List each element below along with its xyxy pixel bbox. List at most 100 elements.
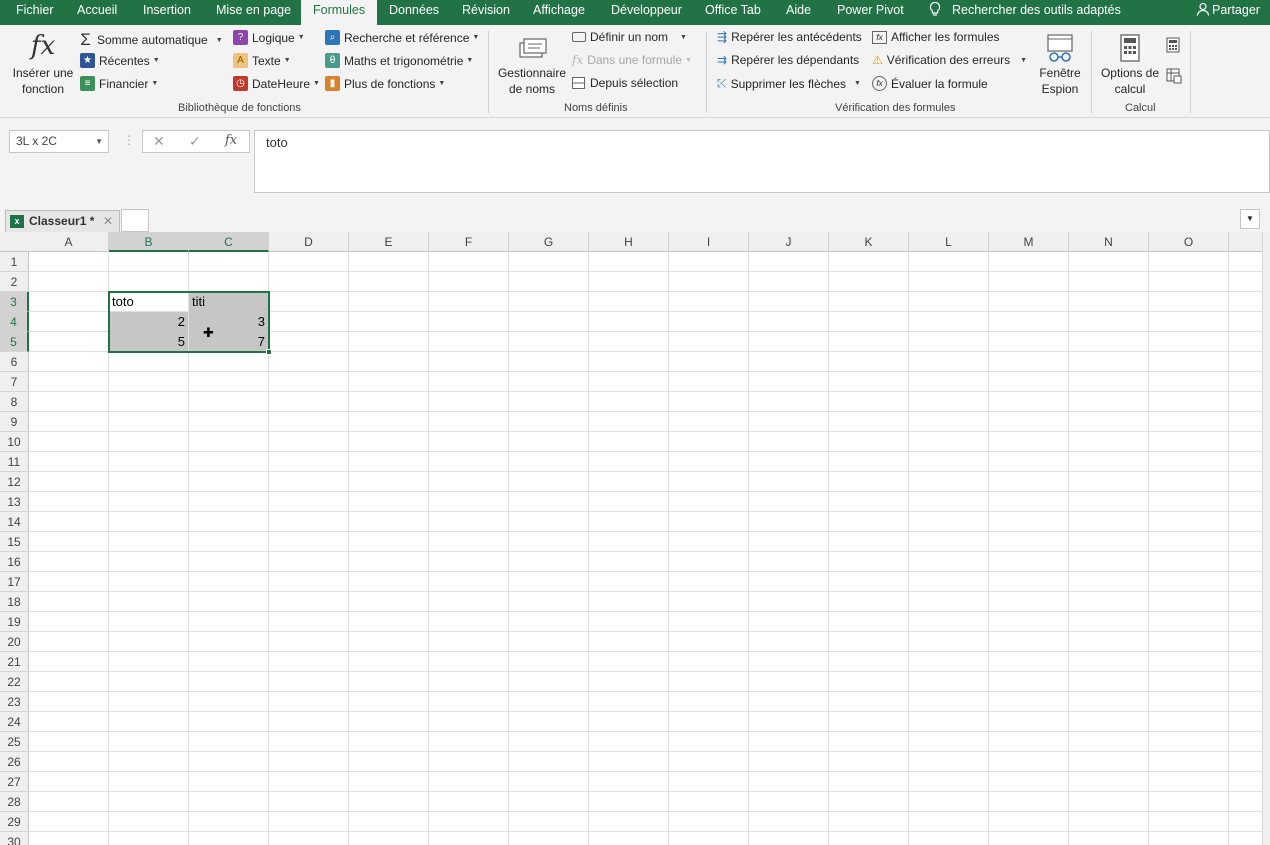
recent-functions-button[interactable]: ★ Récentes ▼ (80, 53, 160, 68)
column-header-L[interactable]: L (909, 232, 989, 252)
new-tab-button[interactable] (121, 209, 149, 232)
column-header-F[interactable]: F (429, 232, 509, 252)
cell-C3[interactable]: titi (189, 292, 268, 312)
tell-me-search[interactable]: Rechercher des outils adaptés (928, 0, 1121, 25)
confirm-icon[interactable]: ✓ (189, 133, 201, 150)
row-header-26[interactable]: 26 (0, 752, 29, 772)
column-header-J[interactable]: J (749, 232, 829, 252)
row-header-6[interactable]: 6 (0, 352, 29, 372)
column-header-M[interactable]: M (989, 232, 1069, 252)
row-header-28[interactable]: 28 (0, 792, 29, 812)
use-in-formula-button[interactable]: fx Dans une formule ▼ (572, 53, 692, 67)
trace-dependents-button[interactable]: ⇉ Repérer les dépendants (717, 53, 859, 67)
financial-functions-button[interactable]: ≡ Financier ▼ (80, 76, 158, 91)
row-header-19[interactable]: 19 (0, 612, 29, 632)
name-manager-button[interactable]: Gestionnaire de noms (496, 33, 568, 97)
logical-functions-button[interactable]: ? Logique ▼ (233, 30, 305, 45)
row-header-4[interactable]: 4 (0, 312, 29, 332)
error-checking-button[interactable]: ⚠ Vérification des erreurs ▼ (872, 53, 1027, 67)
tab-fichier[interactable]: Fichier (16, 0, 54, 25)
tab-office-tab[interactable]: Office Tab (705, 0, 761, 25)
close-icon[interactable]: ✕ (103, 211, 113, 231)
column-header-D[interactable]: D (269, 232, 349, 252)
row-header-11[interactable]: 11 (0, 452, 29, 472)
tab-aide[interactable]: Aide (786, 0, 811, 25)
tab-developpeur[interactable]: Développeur (611, 0, 682, 25)
tab-accueil[interactable]: Accueil (77, 0, 117, 25)
column-header-H[interactable]: H (589, 232, 669, 252)
cell-B5[interactable]: 5 (109, 332, 188, 352)
row-header-24[interactable]: 24 (0, 712, 29, 732)
tab-affichage[interactable]: Affichage (533, 0, 585, 25)
row-header-13[interactable]: 13 (0, 492, 29, 512)
cell-C4[interactable]: 3 (189, 312, 268, 332)
tab-revision[interactable]: Révision (462, 0, 510, 25)
column-header-G[interactable]: G (509, 232, 589, 252)
cell-C5[interactable]: 7 (189, 332, 268, 352)
spreadsheet-grid[interactable]: ABCDEFGHIJKLMNO 1 2 3 4 5 6 7 8 9 10 11 12 13 14 15 16 1… (0, 232, 1270, 845)
row-header-2[interactable]: 2 (0, 272, 29, 292)
remove-arrows-button[interactable]: ⤪ Supprimer les flèches ▼ (717, 76, 861, 91)
datetime-functions-button[interactable]: ◷ DateHeure ▼ (233, 76, 320, 91)
row-header-20[interactable]: 20 (0, 632, 29, 652)
column-header-C[interactable]: C (189, 232, 269, 252)
more-functions-button[interactable]: ▮ Plus de fonctions ▼ (325, 76, 445, 91)
calculation-options-button[interactable]: Options de calcul (1098, 33, 1162, 97)
cell-B3[interactable]: toto (109, 292, 188, 312)
tab-donnees[interactable]: Données (389, 0, 439, 25)
trace-precedents-button[interactable]: ⇶ Repérer les antécédents (717, 30, 862, 44)
lookup-functions-button[interactable]: ⌕ Recherche et référence ▼ (325, 30, 479, 45)
row-header-17[interactable]: 17 (0, 572, 29, 592)
row-header-22[interactable]: 22 (0, 672, 29, 692)
define-name-button[interactable]: Définir un nom ▼ (572, 30, 687, 44)
create-from-selection-button[interactable]: Depuis sélection (572, 76, 678, 90)
cancel-icon[interactable]: ✕ (153, 133, 165, 150)
column-header-B[interactable]: B (109, 232, 189, 252)
vertical-scrollbar[interactable] (1262, 232, 1270, 845)
row-header-16[interactable]: 16 (0, 552, 29, 572)
fill-handle[interactable] (266, 349, 272, 355)
tab-power-pivot[interactable]: Power Pivot (837, 0, 904, 25)
row-header-3[interactable]: 3 (0, 292, 29, 312)
chevron-down-icon[interactable]: ▼ (95, 131, 103, 152)
row-header-10[interactable]: 10 (0, 432, 29, 452)
watch-window-button[interactable]: Fenêtre Espion (1034, 33, 1086, 97)
row-header-27[interactable]: 27 (0, 772, 29, 792)
tab-mise-en-page[interactable]: Mise en page (216, 0, 291, 25)
row-header-9[interactable]: 9 (0, 412, 29, 432)
drag-dots-icon[interactable]: ⋮ (123, 133, 135, 147)
row-header-29[interactable]: 29 (0, 812, 29, 832)
cell-B4[interactable]: 2 (109, 312, 188, 332)
row-header-14[interactable]: 14 (0, 512, 29, 532)
row-header-23[interactable]: 23 (0, 692, 29, 712)
column-header-N[interactable]: N (1069, 232, 1149, 252)
tab-insertion[interactable]: Insertion (143, 0, 191, 25)
tab-formules[interactable]: Formules (301, 0, 378, 25)
insert-function-button[interactable]: fx Insérer une fonction (10, 29, 76, 97)
name-box[interactable]: 3L x 2C ▼ (9, 130, 109, 153)
show-formulas-button[interactable]: fx Afficher les formules (872, 30, 1000, 44)
column-header-O[interactable]: O (1149, 232, 1229, 252)
math-functions-button[interactable]: θ Maths et trigonométrie ▼ (325, 53, 473, 68)
document-tab-classeur1[interactable]: x Classeur1 * ✕ (5, 210, 120, 232)
row-header-8[interactable]: 8 (0, 392, 29, 412)
row-header-21[interactable]: 21 (0, 652, 29, 672)
insert-function-icon[interactable]: fx (225, 133, 237, 148)
row-header-5[interactable]: 5 (0, 332, 29, 352)
share-button[interactable]: Partager (1196, 0, 1260, 25)
evaluate-formula-button[interactable]: fx Évaluer la formule (872, 76, 988, 91)
row-header-1[interactable]: 1 (0, 252, 29, 272)
row-header-12[interactable]: 12 (0, 472, 29, 492)
calculate-sheet-button[interactable] (1166, 68, 1182, 84)
formula-input[interactable]: toto (254, 130, 1270, 193)
text-functions-button[interactable]: A Texte ▼ (233, 53, 291, 68)
row-header-30[interactable]: 30 (0, 832, 29, 845)
row-header-7[interactable]: 7 (0, 372, 29, 392)
autosum-button[interactable]: Σ Somme automatique ▼ (78, 30, 222, 50)
column-header-K[interactable]: K (829, 232, 909, 252)
row-header-18[interactable]: 18 (0, 592, 29, 612)
column-header-E[interactable]: E (349, 232, 429, 252)
column-header-A[interactable]: A (29, 232, 109, 252)
row-header-15[interactable]: 15 (0, 532, 29, 552)
tab-list-dropdown[interactable]: ▼ (1240, 209, 1260, 229)
